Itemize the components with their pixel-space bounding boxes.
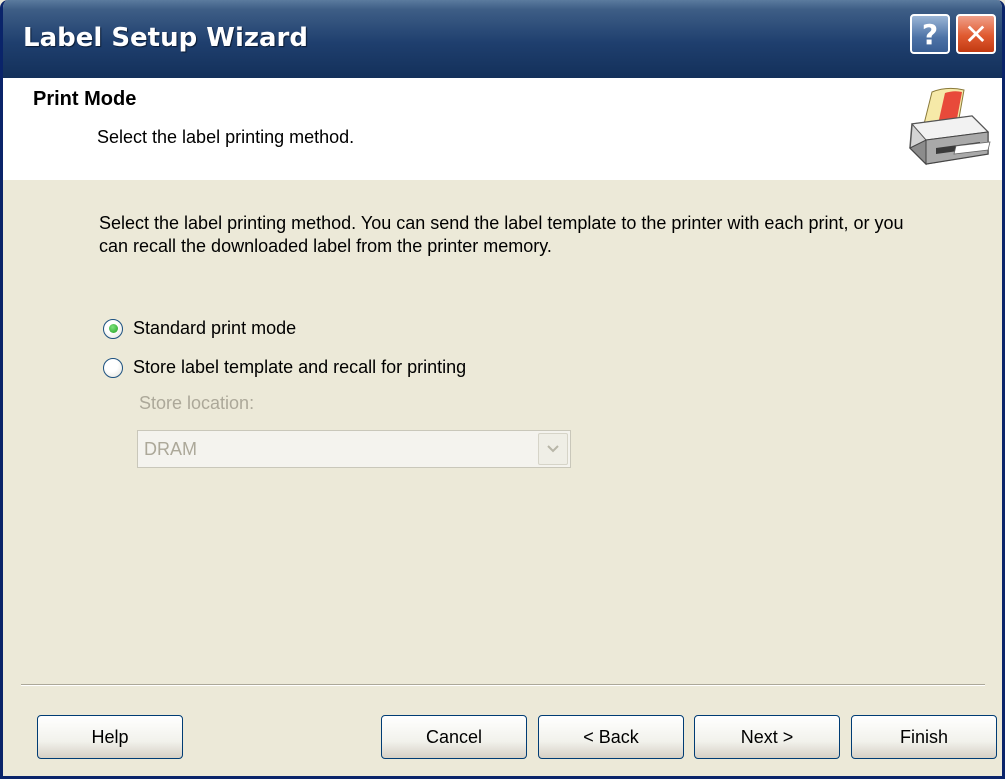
store-location-select[interactable]: DRAM [137, 430, 571, 468]
chevron-down-icon[interactable] [538, 433, 568, 465]
label-setup-wizard-window: Label Setup Wizard ? ✕ Print Mode Select… [0, 0, 1005, 779]
radio-store-template[interactable]: Store label template and recall for prin… [103, 357, 466, 378]
window-title: Label Setup Wizard [23, 23, 308, 53]
next-button[interactable]: Next > [694, 715, 840, 759]
printer-icon [909, 87, 991, 166]
radio-label-standard: Standard print mode [133, 318, 297, 338]
store-location-label: Store location: [139, 393, 255, 413]
title-bar[interactable]: Label Setup Wizard ? ✕ [3, 0, 1002, 78]
store-location-value: DRAM [144, 439, 197, 459]
wizard-content: Select the label printing method. You ca… [3, 180, 1002, 684]
footer-divider [21, 684, 985, 686]
radio-label-store: Store label template and recall for prin… [133, 357, 467, 377]
finish-button[interactable]: Finish [851, 715, 997, 759]
page-title: Print Mode [33, 88, 137, 110]
close-button[interactable]: ✕ [956, 14, 996, 54]
question-mark-icon: ? [921, 17, 939, 51]
radio-dot-icon [108, 324, 118, 333]
radio-button-selected[interactable] [103, 318, 123, 339]
radio-standard-print-mode[interactable]: Standard print mode [103, 318, 296, 339]
close-icon: ✕ [964, 17, 988, 51]
wizard-header: Print Mode Select the label printing met… [3, 78, 1002, 180]
back-button[interactable]: < Back [538, 715, 684, 759]
radio-button-unselected[interactable] [103, 357, 123, 378]
page-subtitle: Select the label printing method. [97, 127, 355, 147]
description-text: Select the label printing method. You ca… [99, 213, 904, 256]
title-help-button[interactable]: ? [910, 14, 950, 54]
cancel-button[interactable]: Cancel [381, 715, 527, 759]
help-button[interactable]: Help [37, 715, 183, 759]
